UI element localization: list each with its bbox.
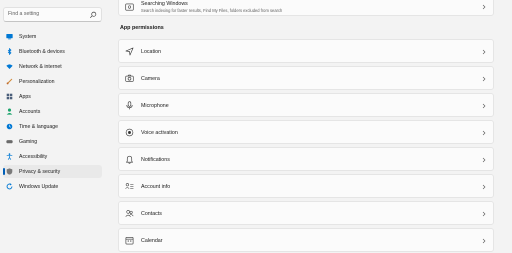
sidebar-item-gaming[interactable]: Gaming <box>3 135 102 148</box>
brush-icon <box>6 78 13 85</box>
sidebar-item-time-language[interactable]: Time & language <box>3 120 102 133</box>
card-description: Search indexing for faster results, Find… <box>141 8 283 13</box>
sidebar-item-label: Apps <box>19 94 31 100</box>
sidebar-item-label: Network & internet <box>19 64 62 70</box>
permission-account-info[interactable]: Account info <box>118 174 494 198</box>
chevron-right-icon <box>482 238 486 244</box>
permission-location[interactable]: Location <box>118 39 494 63</box>
sidebar-item-network[interactable]: Network & internet <box>3 60 102 73</box>
sidebar-item-label: Windows Update <box>19 184 59 190</box>
apps-icon <box>6 93 13 100</box>
sidebar-item-label: Privacy & security <box>19 169 61 175</box>
main-content: Searching Windows Search indexing for fa… <box>118 0 494 253</box>
sidebar-item-label: Personalization <box>19 79 55 85</box>
permission-label: Camera <box>141 76 160 82</box>
account-info-icon <box>125 183 134 190</box>
chevron-right-icon <box>482 4 486 10</box>
microphone-icon <box>126 101 133 110</box>
selection-indicator <box>3 168 5 175</box>
sidebar-item-accounts[interactable]: Accounts <box>3 105 102 118</box>
permission-notifications[interactable]: Notifications <box>118 147 494 171</box>
permission-label: Notifications <box>141 157 170 163</box>
location-icon <box>125 47 134 56</box>
permission-voice-activation[interactable]: Voice activation <box>118 120 494 144</box>
sidebar-item-privacy-security[interactable]: Privacy & security <box>3 165 102 178</box>
sidebar-item-label: Time & language <box>19 124 59 130</box>
gamepad-icon <box>6 140 13 144</box>
chevron-right-icon <box>482 157 486 163</box>
permission-label: Location <box>141 49 162 55</box>
permission-label: Voice activation <box>141 130 178 136</box>
card-label: Searching Windows <box>141 1 188 7</box>
sidebar: Find a setting System Bluetooth & device… <box>0 0 110 253</box>
sidebar-item-system[interactable]: System <box>3 30 102 43</box>
search-icon[interactable] <box>89 11 97 19</box>
sidebar-item-personalization[interactable]: Personalization <box>3 75 102 88</box>
voice-activation-icon <box>125 128 134 137</box>
person-icon <box>6 108 13 115</box>
permission-label: Calendar <box>141 238 163 244</box>
bluetooth-icon <box>7 48 12 55</box>
sidebar-item-label: Accounts <box>19 109 41 115</box>
permission-calendar[interactable]: Calendar <box>118 228 494 252</box>
search-placeholder: Find a setting <box>8 11 40 17</box>
permission-label: Contacts <box>141 211 162 217</box>
calendar-icon <box>125 237 134 245</box>
chevron-right-icon <box>482 211 486 217</box>
bell-icon <box>126 155 133 164</box>
permission-contacts[interactable]: Contacts <box>118 201 494 225</box>
sidebar-item-windows-update[interactable]: Windows Update <box>3 180 102 193</box>
permission-label: Microphone <box>141 103 169 109</box>
search-input[interactable]: Find a setting <box>3 7 102 22</box>
monitor-icon <box>6 34 13 40</box>
chevron-right-icon <box>482 184 486 190</box>
section-title: App permissions <box>120 25 164 31</box>
chevron-right-icon <box>482 130 486 136</box>
chevron-right-icon <box>482 76 486 82</box>
permission-camera[interactable]: Camera <box>118 66 494 90</box>
sidebar-item-bluetooth[interactable]: Bluetooth & devices <box>3 45 102 58</box>
search-windows-icon <box>125 3 134 11</box>
refresh-icon <box>6 183 13 190</box>
sidebar-item-label: Accessibility <box>19 154 48 160</box>
sidebar-item-label: System <box>19 34 37 40</box>
chevron-right-icon <box>482 49 486 55</box>
chevron-right-icon <box>482 103 486 109</box>
searching-windows-card[interactable]: Searching Windows Search indexing for fa… <box>118 0 494 16</box>
sidebar-item-apps[interactable]: Apps <box>3 90 102 103</box>
accessibility-icon <box>6 153 13 160</box>
permission-microphone[interactable]: Microphone <box>118 93 494 117</box>
sidebar-item-accessibility[interactable]: Accessibility <box>3 150 102 163</box>
wifi-icon <box>6 64 13 69</box>
shield-icon <box>6 168 13 175</box>
sidebar-item-label: Gaming <box>19 139 38 145</box>
contacts-icon <box>125 210 134 217</box>
camera-icon <box>125 74 134 82</box>
globe-clock-icon <box>6 123 13 130</box>
permission-label: Account info <box>141 184 171 190</box>
sidebar-item-label: Bluetooth & devices <box>19 49 65 55</box>
